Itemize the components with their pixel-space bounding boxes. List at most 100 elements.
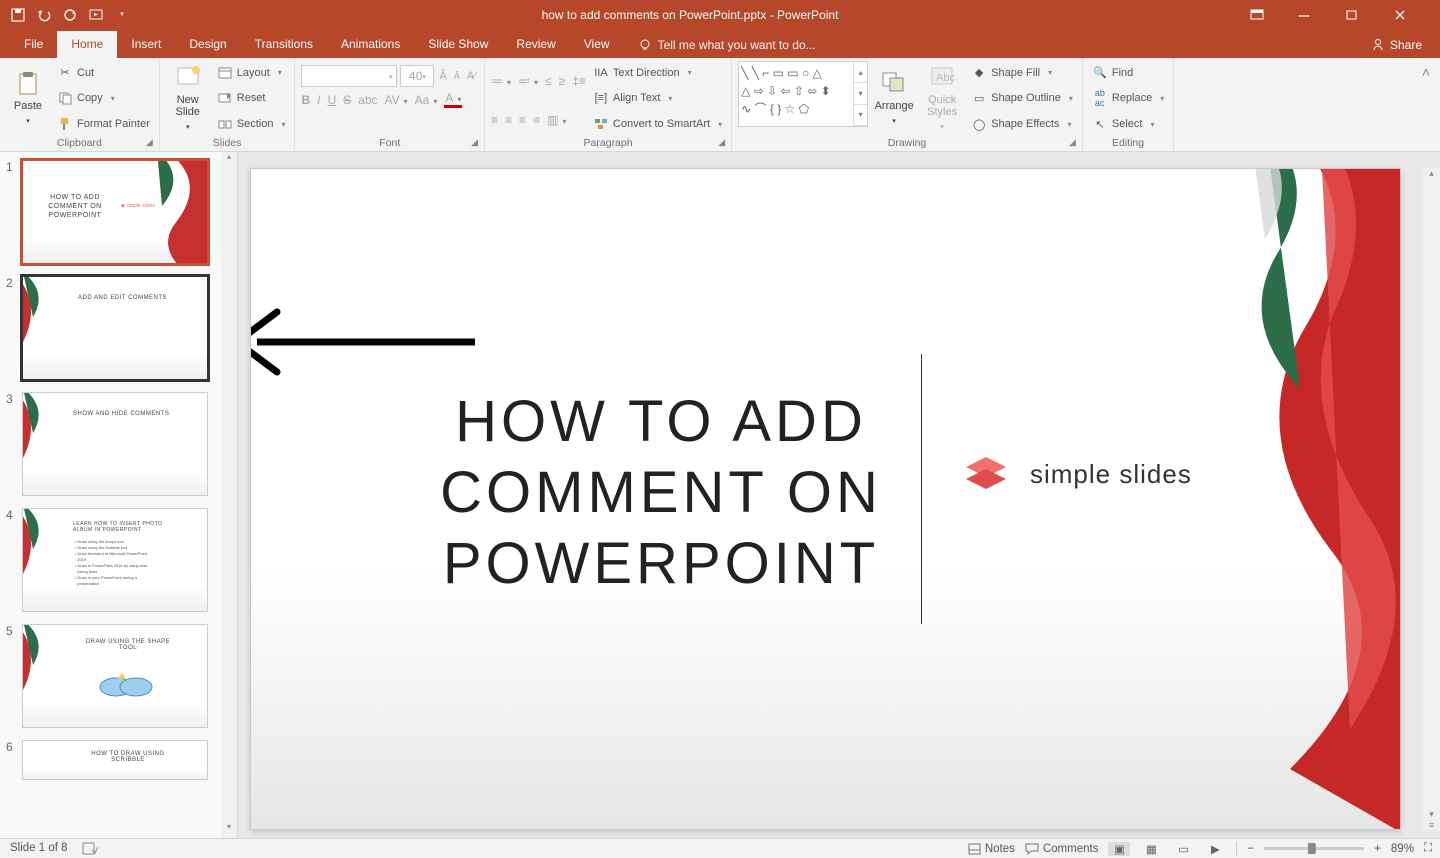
shapes-gallery[interactable]: ╲ ╲ ⌐ ▭ ▭ ○ △ △ ⇨ ⇩ ⇦ ⇧ ⬄ ⬍ ∿ ⌒ { } ☆ ⬠ … bbox=[738, 61, 868, 127]
line-spacing-button[interactable]: ‡≡ bbox=[572, 74, 586, 88]
text-direction-button[interactable]: IIAText Direction bbox=[590, 62, 725, 84]
shape-outline-button[interactable]: ▭Shape Outline bbox=[968, 87, 1076, 109]
change-case-button[interactable]: Aa bbox=[415, 93, 438, 107]
italic-button[interactable]: I bbox=[317, 93, 320, 107]
format-painter-button[interactable]: Format Painter bbox=[54, 113, 153, 135]
section-button[interactable]: Section bbox=[214, 113, 289, 135]
text-shadow-button[interactable]: abc bbox=[358, 93, 377, 107]
qat-customize-icon[interactable] bbox=[114, 7, 130, 23]
tab-view[interactable]: View bbox=[570, 31, 624, 58]
zoom-slider[interactable] bbox=[1264, 847, 1364, 850]
increase-font-icon[interactable]: Â bbox=[437, 65, 448, 87]
share-button[interactable]: Share bbox=[1353, 32, 1440, 58]
spellcheck-icon[interactable] bbox=[82, 842, 98, 855]
collapse-ribbon-icon[interactable]: ˄ bbox=[1412, 58, 1440, 151]
font-color-button[interactable]: A bbox=[444, 91, 462, 108]
slide-thumbnail-3[interactable]: SHOW AND HIDE COMMENTS bbox=[22, 392, 208, 496]
cut-button[interactable]: ✂Cut bbox=[54, 62, 153, 84]
replace-button[interactable]: abacReplace bbox=[1089, 87, 1167, 109]
strike-button[interactable]: S bbox=[343, 93, 351, 107]
thumbnail-scrollbar[interactable]: ▴▾ bbox=[221, 152, 237, 838]
slide-canvas[interactable]: HOW TO ADD COMMENT ON POWERPOINT simple … bbox=[250, 168, 1401, 830]
font-size-combo[interactable]: 40 bbox=[400, 65, 434, 87]
canvas-scrollbar[interactable]: ▴▾≡ bbox=[1423, 168, 1440, 830]
slideshow-view-icon[interactable]: ▶ bbox=[1204, 842, 1226, 856]
align-text-button[interactable]: [≡]Align Text bbox=[590, 87, 725, 109]
quick-styles-button[interactable]: Abc Quick Styles bbox=[920, 61, 964, 136]
slide-thumbnail-5[interactable]: DRAW USING THE SHAPE TOOL bbox=[22, 624, 208, 728]
increase-indent-button[interactable]: ≥ bbox=[559, 74, 566, 88]
clear-formatting-icon[interactable]: A⁄ bbox=[465, 65, 478, 87]
tell-me-search[interactable]: Tell me what you want to do... bbox=[624, 32, 1353, 58]
layout-button[interactable]: Layout bbox=[214, 62, 289, 84]
tab-insert[interactable]: Insert bbox=[117, 31, 175, 58]
dialog-launcher-icon[interactable]: ◢ bbox=[471, 137, 478, 148]
slide-thumbnail-4[interactable]: LEARN HOW TO INSERT PHOTO ALBUM IN POWER… bbox=[22, 508, 208, 612]
tab-transitions[interactable]: Transitions bbox=[241, 31, 327, 58]
notes-button[interactable]: Notes bbox=[968, 843, 1015, 855]
align-left-button[interactable]: ≡ bbox=[491, 113, 498, 127]
outline-icon: ▭ bbox=[971, 90, 987, 106]
tab-design[interactable]: Design bbox=[175, 31, 240, 58]
bullets-button[interactable]: ≔ bbox=[491, 74, 511, 88]
find-button[interactable]: 🔍Find bbox=[1089, 62, 1167, 84]
maximize-icon[interactable] bbox=[1346, 9, 1376, 21]
tab-review[interactable]: Review bbox=[502, 31, 569, 58]
tab-file[interactable]: File bbox=[10, 31, 57, 58]
minimize-icon[interactable] bbox=[1298, 9, 1328, 21]
reading-view-icon[interactable]: ▭ bbox=[1172, 842, 1194, 856]
decorative-ribbon-art bbox=[1170, 168, 1401, 830]
dialog-launcher-icon[interactable]: ◢ bbox=[718, 137, 725, 148]
justify-button[interactable]: ≡ bbox=[533, 113, 540, 127]
gallery-down-icon[interactable]: ▾ bbox=[854, 83, 867, 104]
redo-icon[interactable] bbox=[62, 7, 78, 23]
reset-button[interactable]: Reset bbox=[214, 87, 289, 109]
tab-home[interactable]: Home bbox=[57, 31, 117, 58]
zoom-out-button[interactable]: − bbox=[1247, 843, 1254, 855]
sorter-view-icon[interactable]: ▦ bbox=[1140, 842, 1162, 856]
window-title: how to add comments on PowerPoint.pptx -… bbox=[130, 8, 1250, 22]
copy-button[interactable]: Copy bbox=[54, 87, 153, 109]
decrease-indent-button[interactable]: ≤ bbox=[545, 74, 552, 88]
close-icon[interactable] bbox=[1394, 9, 1424, 21]
select-button[interactable]: ↖Select bbox=[1089, 113, 1167, 135]
slideshow-icon[interactable] bbox=[88, 7, 104, 23]
zoom-in-button[interactable]: + bbox=[1374, 843, 1381, 855]
paste-button[interactable]: Paste bbox=[6, 61, 50, 136]
section-icon bbox=[217, 116, 233, 132]
columns-button[interactable]: ▥ bbox=[547, 113, 566, 127]
arrange-button[interactable]: Arrange bbox=[872, 61, 916, 136]
slide-title[interactable]: HOW TO ADD COMMENT ON POWERPOINT bbox=[381, 387, 941, 599]
fill-icon: ◆ bbox=[971, 65, 987, 81]
underline-button[interactable]: U bbox=[327, 93, 336, 107]
slide-thumbnail-2[interactable]: ADD AND EDIT COMMENTS bbox=[22, 276, 208, 380]
normal-view-icon[interactable]: ▣ bbox=[1108, 842, 1130, 856]
layout-icon bbox=[217, 65, 233, 81]
dialog-launcher-icon[interactable]: ◢ bbox=[1069, 137, 1076, 148]
slide-thumbnail-6[interactable]: HOW TO DRAW USING SCRIBBLE bbox=[22, 740, 208, 780]
align-right-button[interactable]: ≡ bbox=[519, 113, 526, 127]
shape-fill-button[interactable]: ◆Shape Fill bbox=[968, 62, 1076, 84]
comments-button[interactable]: Comments bbox=[1025, 843, 1099, 855]
tab-slideshow[interactable]: Slide Show bbox=[414, 31, 502, 58]
dialog-launcher-icon[interactable]: ◢ bbox=[146, 137, 153, 148]
numbering-button[interactable]: ≕ bbox=[518, 74, 538, 88]
zoom-level[interactable]: 89% bbox=[1391, 843, 1414, 855]
convert-smartart-button[interactable]: Convert to SmartArt bbox=[590, 113, 725, 135]
fit-to-window-icon[interactable]: ⛶ bbox=[1424, 842, 1432, 855]
shape-effects-button[interactable]: ◯Shape Effects bbox=[968, 113, 1076, 135]
slide-thumbnail-1[interactable]: HOW TO ADD COMMENT ON POWERPOINT ◆ simpl… bbox=[22, 160, 208, 264]
undo-icon[interactable] bbox=[36, 7, 52, 23]
save-icon[interactable] bbox=[10, 7, 26, 23]
font-name-combo[interactable] bbox=[301, 65, 397, 87]
ribbon-display-options-icon[interactable] bbox=[1250, 9, 1280, 21]
align-center-button[interactable]: ≡ bbox=[505, 113, 512, 127]
slide-counter[interactable]: Slide 1 of 8 bbox=[10, 842, 68, 855]
char-spacing-button[interactable]: AV bbox=[385, 93, 408, 107]
new-slide-button[interactable]: New Slide bbox=[166, 61, 210, 136]
gallery-up-icon[interactable]: ▴ bbox=[854, 62, 867, 83]
tab-animations[interactable]: Animations bbox=[327, 31, 414, 58]
gallery-more-icon[interactable]: ▾ bbox=[854, 105, 867, 126]
bold-button[interactable]: B bbox=[301, 93, 310, 107]
decrease-font-icon[interactable]: Ǎ bbox=[452, 65, 462, 87]
